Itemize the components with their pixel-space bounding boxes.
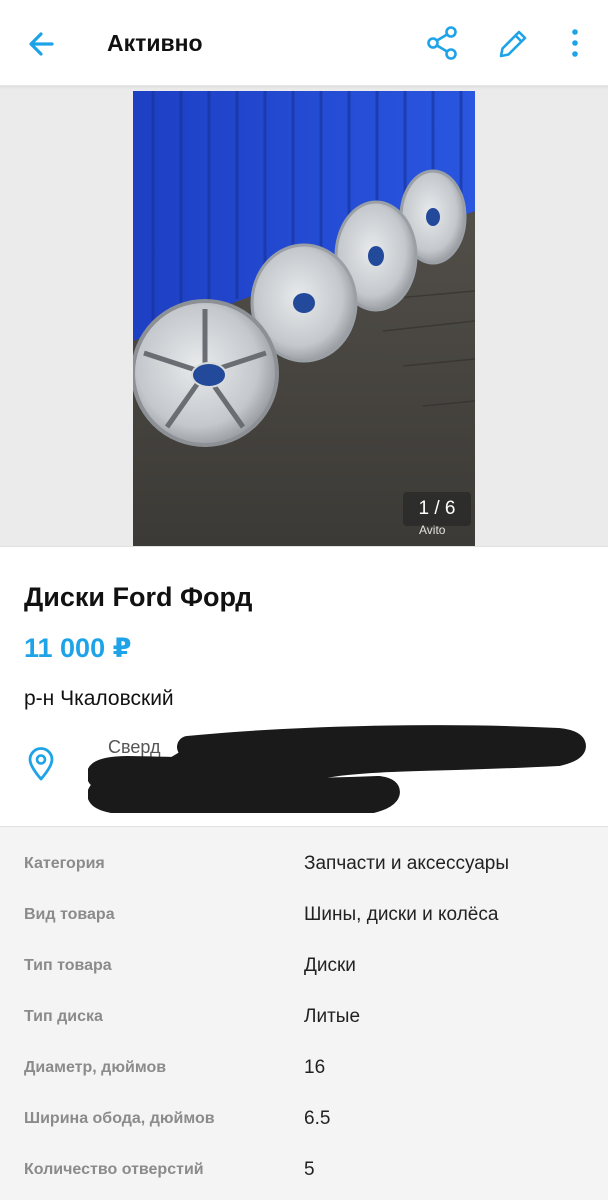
wheel-rims-photo xyxy=(133,91,475,546)
photo-counter: 1 / 6 xyxy=(403,492,471,526)
avito-watermark: Avito xyxy=(419,523,446,537)
spec-label: Количество отверстий xyxy=(24,1161,204,1178)
more-vertical-icon xyxy=(572,29,578,57)
spec-value: Запчасти и аксессуары xyxy=(304,853,510,874)
spec-label: Тип товара xyxy=(24,957,112,974)
spec-value: Диски xyxy=(304,955,356,976)
redaction-scribble xyxy=(88,725,586,813)
share-button[interactable] xyxy=(422,24,462,64)
spec-value: Шины, диски и колёса xyxy=(304,904,499,925)
listing-status-title: Активно xyxy=(107,30,203,56)
spec-value: 6.5 xyxy=(304,1108,331,1129)
listing-price: 11 000 ₽ xyxy=(24,633,132,663)
spec-label: Ширина обода, дюймов xyxy=(24,1110,215,1127)
spec-value: Литые xyxy=(304,1006,361,1027)
spec-row: Диаметр, дюймов 16 xyxy=(0,1045,608,1096)
listing-photo[interactable]: 1 / 6 Avito xyxy=(133,91,475,546)
spec-label: Вид товара xyxy=(24,906,115,923)
more-options-button[interactable] xyxy=(560,24,590,64)
spec-value: 5 xyxy=(304,1159,315,1180)
edit-pencil-icon xyxy=(499,30,527,58)
spec-row: Ширина обода, дюймов 6.5 xyxy=(0,1096,608,1147)
location-pin-icon xyxy=(27,747,55,781)
spec-row: Количество отверстий 5 xyxy=(0,1147,608,1198)
listing-info: Диски Ford Форд 11 000 ₽ р-н Чкаловский … xyxy=(0,546,608,826)
back-button[interactable] xyxy=(22,24,62,64)
spec-row: Вид товара Шины, диски и колёса xyxy=(0,892,608,943)
back-arrow-icon xyxy=(29,32,54,56)
share-icon xyxy=(427,26,457,60)
spec-label: Тип диска xyxy=(24,1008,103,1025)
listing-district: р-н Чкаловский xyxy=(24,687,174,710)
top-app-bar: Активно xyxy=(0,0,608,86)
listing-title: Диски Ford Форд xyxy=(24,582,253,612)
spec-value: 16 xyxy=(304,1057,326,1078)
spec-row: Категория Запчасти и аксессуары xyxy=(0,841,608,892)
spec-label: Категория xyxy=(24,855,105,872)
photo-gallery[interactable]: 1 / 6 Avito xyxy=(0,86,608,546)
spec-label: Диаметр, дюймов xyxy=(24,1059,167,1076)
edit-button[interactable] xyxy=(493,24,533,64)
spec-row: Тип товара Диски xyxy=(0,943,608,994)
specs-table: Категория Запчасти и аксессуары Вид това… xyxy=(0,826,608,1200)
spec-row: Тип диска Литые xyxy=(0,994,608,1045)
